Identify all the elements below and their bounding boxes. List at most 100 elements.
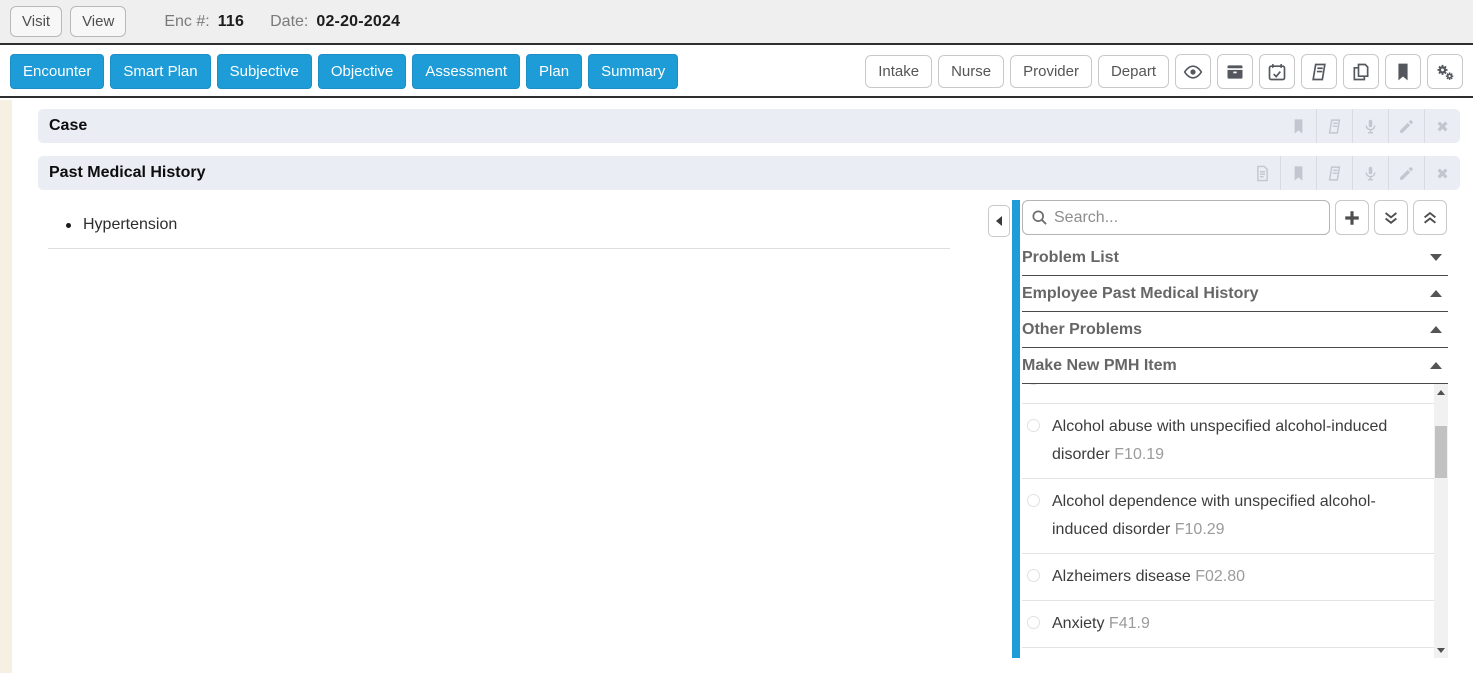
radio-icon[interactable] [1027,494,1040,507]
bookmark-icon[interactable] [1385,54,1421,89]
accordion-make-new-pmh[interactable]: Make New PMH Item [1022,348,1448,384]
enc-value: 116 [218,13,244,31]
pmh-item-list: Hypertension [48,210,950,249]
close-icon[interactable] [1424,156,1460,190]
search-box [1022,200,1330,235]
option-code: B20 [1094,384,1122,388]
expand-all-button[interactable] [1374,200,1408,235]
option-code: F10.29 [1175,521,1225,538]
view-button[interactable]: View [70,6,126,37]
pmh-header-icons [1244,156,1460,190]
pmh-item-hypertension[interactable]: Hypertension [48,210,950,249]
caret-up-icon [1430,362,1442,369]
tab-plan[interactable]: Plan [526,54,582,89]
tab-objective[interactable]: Objective [318,54,407,89]
intake-button[interactable]: Intake [865,55,932,88]
bullet-icon [66,223,71,228]
radio-icon[interactable] [1027,569,1040,582]
panel-accent-bar [1012,200,1020,658]
caret-down-icon [1430,254,1442,261]
option-code: F41.9 [1109,615,1150,632]
tab-assessment[interactable]: Assessment [412,54,520,89]
pmh-item-label: Hypertension [83,216,177,234]
pmh-title: Past Medical History [38,164,206,182]
accordion-other-problems[interactable]: Other Problems [1022,312,1448,348]
book-icon[interactable] [1301,54,1337,89]
provider-button[interactable]: Provider [1010,55,1092,88]
case-title: Case [38,117,87,135]
collapse-all-button[interactable] [1413,200,1447,235]
close-icon[interactable] [1424,109,1460,143]
top-bar: Visit View Enc #: 116 Date: 02-20-2024 [0,0,1473,45]
accordion-label: Problem List [1022,249,1119,267]
bookmark-icon[interactable] [1280,109,1316,143]
search-icon [1031,209,1048,226]
microphone-icon[interactable] [1352,109,1388,143]
option-alcohol-dependence[interactable]: Alcohol dependence with unspecified alco… [1022,479,1434,554]
nurse-button[interactable]: Nurse [938,55,1004,88]
option-alcohol-abuse[interactable]: Alcohol abuse with unspecified alcohol-i… [1022,404,1434,479]
caret-up-icon [1430,290,1442,297]
toolbar-right: Intake Nurse Provider Depart [865,54,1463,89]
tab-encounter[interactable]: Encounter [10,54,104,89]
content-area: Case Past Medical H [0,100,1473,673]
option-aids[interactable]: AIDS B20 [1022,384,1434,404]
tab-smart-plan[interactable]: Smart Plan [110,54,210,89]
book-icon[interactable] [1316,109,1352,143]
calendar-check-icon[interactable] [1259,54,1295,89]
date-value: 02-20-2024 [316,13,400,31]
option-label: Alcohol abuse with unspecified alcohol-i… [1052,418,1387,463]
option-arthritis[interactable]: Arthritis M19.90 [1022,648,1434,658]
radio-icon[interactable] [1027,616,1040,629]
eye-icon[interactable] [1175,54,1211,89]
option-alzheimers[interactable]: Alzheimers disease F02.80 [1022,554,1434,601]
add-item-button[interactable] [1335,200,1369,235]
depart-button[interactable]: Depart [1098,55,1169,88]
enc-label: Enc #: [164,13,209,31]
radio-icon[interactable] [1027,419,1040,432]
visit-button[interactable]: Visit [10,6,62,37]
date-label: Date: [270,13,308,31]
toolbar: Encounter Smart Plan Subjective Objectiv… [0,47,1473,98]
pencil-icon[interactable] [1388,156,1424,190]
case-header-icons [1280,109,1460,143]
option-code: F10.19 [1114,446,1164,463]
accordion-label: Make New PMH Item [1022,357,1177,375]
copy-pages-icon[interactable] [1343,54,1379,89]
tab-subjective[interactable]: Subjective [217,54,312,89]
accordion-problem-list[interactable]: Problem List [1022,240,1448,276]
scrollbar-thumb[interactable] [1435,426,1447,478]
file-text-icon[interactable] [1244,156,1280,190]
section-nav: Encounter Smart Plan Subjective Objectiv… [10,54,678,89]
option-anxiety[interactable]: Anxiety F41.9 [1022,601,1434,648]
search-input[interactable] [1054,209,1321,227]
panel-top-row [1022,200,1448,236]
caret-up-icon [1430,326,1442,333]
pencil-icon[interactable] [1388,109,1424,143]
accordion-list: Problem List Employee Past Medical Histo… [1022,240,1448,384]
scroll-down-icon[interactable] [1434,642,1448,658]
bookmark-icon[interactable] [1280,156,1316,190]
pmh-picker-panel: Problem List Employee Past Medical Histo… [1022,200,1448,658]
list-scrollbar[interactable] [1434,384,1448,658]
option-label: Anxiety [1052,615,1104,632]
tab-summary[interactable]: Summary [588,54,678,89]
option-code: F02.80 [1195,568,1245,585]
option-label: Alzheimers disease [1052,568,1191,585]
encounter-date: Date: 02-20-2024 [270,13,400,31]
archive-box-icon[interactable] [1217,54,1253,89]
caret-left-icon [996,216,1002,226]
accordion-employee-pmh[interactable]: Employee Past Medical History [1022,276,1448,312]
left-margin-strip [0,100,12,673]
microphone-icon[interactable] [1352,156,1388,190]
scroll-up-icon[interactable] [1434,384,1448,400]
book-icon[interactable] [1316,156,1352,190]
gears-icon[interactable] [1427,54,1463,89]
option-label: AIDS [1052,384,1089,388]
ehr-encounter-page: Visit View Enc #: 116 Date: 02-20-2024 E… [0,0,1473,673]
accordion-label: Other Problems [1022,321,1142,339]
panel-collapse-button[interactable] [988,205,1010,237]
pmh-option-scroll-area: AIDS B20 Alcohol abuse with unspecified … [1022,384,1448,658]
accordion-label: Employee Past Medical History [1022,285,1259,303]
radio-icon[interactable] [1027,384,1040,385]
